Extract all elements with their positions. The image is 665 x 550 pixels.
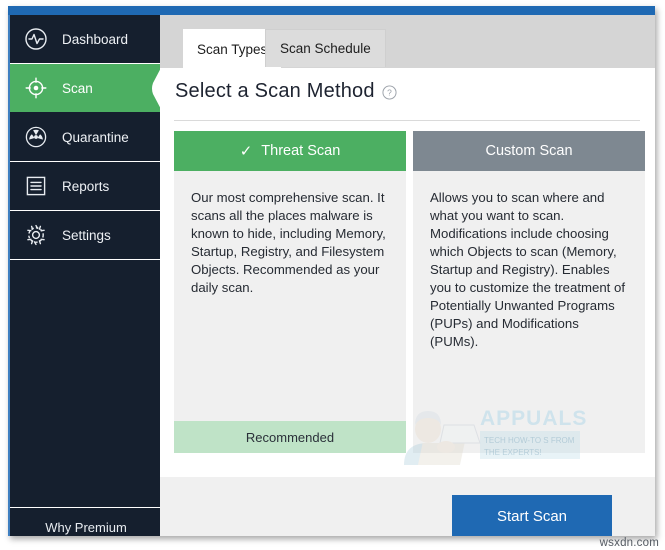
- title-divider: [174, 120, 640, 121]
- start-scan-button[interactable]: Start Scan: [452, 495, 612, 536]
- card-header-label: Threat Scan: [261, 143, 341, 159]
- recommended-label: Recommended: [245, 429, 335, 445]
- scan-method-cards: ✓ Threat Scan Our most comprehensive sca…: [160, 131, 655, 465]
- sidebar-item-label: Reports: [62, 178, 110, 194]
- card-custom-scan-description: Allows you to scan where and what you wa…: [430, 190, 625, 349]
- card-header-label: Custom Scan: [485, 143, 573, 159]
- scan-target-icon: [10, 76, 62, 100]
- card-custom-scan[interactable]: Custom Scan Allows you to scan where and…: [413, 131, 645, 453]
- pulse-monitor-icon: [10, 27, 62, 51]
- sidebar-item-scan[interactable]: Scan: [10, 64, 163, 113]
- sidebar-item-dashboard[interactable]: Dashboard: [10, 15, 162, 64]
- sidebar-item-label: Scan: [62, 80, 93, 96]
- checkmark-icon: ✓: [239, 142, 253, 160]
- application-window: Dashboard Scan Quarantine Reports Settin…: [8, 6, 655, 536]
- sidebar-item-reports[interactable]: Reports: [10, 162, 162, 211]
- page-title: Select a Scan Method: [175, 80, 375, 102]
- window-title-bar: [8, 6, 655, 15]
- site-watermark: wsxdn.com: [599, 537, 659, 549]
- tab-label: Scan Schedule: [280, 41, 371, 56]
- card-threat-scan[interactable]: ✓ Threat Scan Our most comprehensive sca…: [174, 131, 406, 453]
- sidebar-navigation: Dashboard Scan Quarantine Reports Settin…: [8, 15, 163, 536]
- gear-icon: [10, 223, 62, 247]
- card-threat-scan-description: Our most comprehensive scan. It scans al…: [191, 190, 386, 295]
- sidebar-item-label: Dashboard: [62, 31, 129, 47]
- sidebar-item-quarantine[interactable]: Quarantine: [10, 113, 162, 162]
- tab-label: Scan Types: [197, 41, 268, 57]
- svg-text:?: ?: [387, 88, 392, 98]
- card-threat-scan-header: ✓ Threat Scan: [174, 131, 406, 171]
- main-content-area: Scan Types Scan Schedule Select a Scan M…: [160, 15, 655, 536]
- question-mark-circle-icon[interactable]: ?: [382, 85, 397, 105]
- tab-strip: Scan Types Scan Schedule: [160, 15, 655, 69]
- sidebar-spacer: [10, 260, 162, 508]
- card-threat-scan-recommended-badge: Recommended: [174, 421, 406, 453]
- sidebar-item-settings[interactable]: Settings: [10, 211, 162, 260]
- why-premium-label: Why Premium: [45, 519, 127, 535]
- sidebar-item-label: Quarantine: [62, 129, 129, 145]
- action-footer: Start Scan: [160, 477, 655, 536]
- tab-scan-schedule[interactable]: Scan Schedule: [265, 29, 386, 67]
- page-title-row: Select a Scan Method ?: [160, 68, 655, 121]
- card-custom-scan-header: Custom Scan: [413, 131, 645, 171]
- radiation-icon: [10, 125, 62, 149]
- document-lines-icon: [10, 174, 62, 198]
- sidebar-item-label: Settings: [62, 227, 111, 243]
- sidebar-why-premium-link[interactable]: Why Premium: [10, 508, 162, 536]
